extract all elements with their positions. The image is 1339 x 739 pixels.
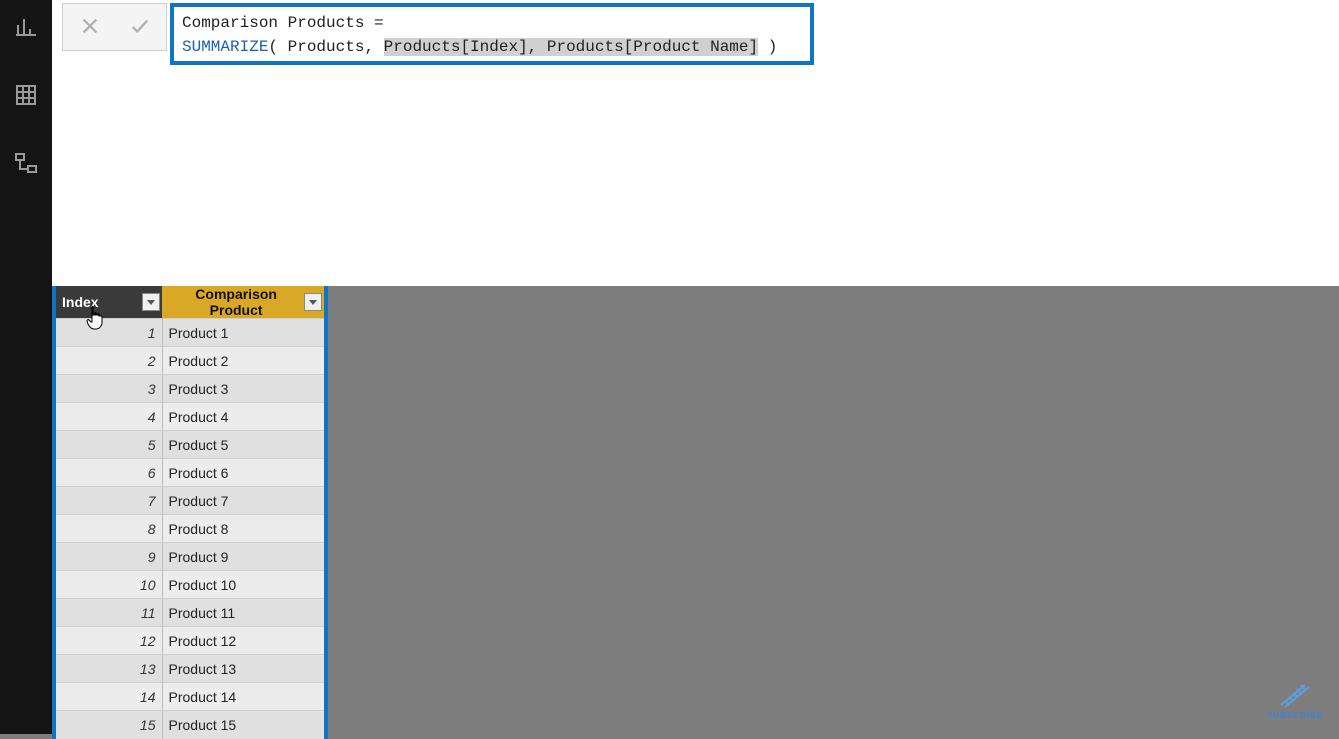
nav-model-view[interactable] xyxy=(0,144,52,184)
bar-chart-icon xyxy=(14,15,38,42)
cell-product[interactable]: Product 12 xyxy=(162,627,326,655)
table-row[interactable]: 8Product 8 xyxy=(54,515,326,543)
check-icon xyxy=(129,15,151,40)
formula-line1: Comparison Products = xyxy=(182,14,393,32)
cell-index[interactable]: 10 xyxy=(54,571,162,599)
data-table: Index Comparison Product 1Product 12Prod… xyxy=(52,286,328,739)
table-row[interactable]: 10Product 10 xyxy=(54,571,326,599)
cell-product[interactable]: Product 11 xyxy=(162,599,326,627)
cell-index[interactable]: 5 xyxy=(54,431,162,459)
table-row[interactable]: 6Product 6 xyxy=(54,459,326,487)
column-header-index[interactable]: Index xyxy=(54,286,162,319)
cell-product[interactable]: Product 8 xyxy=(162,515,326,543)
cell-product[interactable]: Product 15 xyxy=(162,711,326,739)
table-row[interactable]: 1Product 1 xyxy=(54,319,326,347)
table-row[interactable]: 12Product 12 xyxy=(54,627,326,655)
column-filter-product[interactable] xyxy=(304,293,322,311)
header-row: Index Comparison Product xyxy=(54,286,326,319)
cell-index[interactable]: 9 xyxy=(54,543,162,571)
column-header-index-label: Index xyxy=(62,294,99,310)
cell-product[interactable]: Product 10 xyxy=(162,571,326,599)
commit-formula-button[interactable] xyxy=(126,13,154,41)
cell-product[interactable]: Product 2 xyxy=(162,347,326,375)
table-row[interactable]: 5Product 5 xyxy=(54,431,326,459)
table-grid-icon xyxy=(14,83,38,110)
cell-product[interactable]: Product 3 xyxy=(162,375,326,403)
relationship-icon xyxy=(14,151,38,178)
cell-product[interactable]: Product 13 xyxy=(162,655,326,683)
table-row[interactable]: 14Product 14 xyxy=(54,683,326,711)
cell-index[interactable]: 13 xyxy=(54,655,162,683)
table-row[interactable]: 9Product 9 xyxy=(54,543,326,571)
cell-index[interactable]: 12 xyxy=(54,627,162,655)
column-header-product[interactable]: Comparison Product xyxy=(162,286,326,319)
table-row[interactable]: 2Product 2 xyxy=(54,347,326,375)
table-row[interactable]: 3Product 3 xyxy=(54,375,326,403)
data-grid-area: Index Comparison Product 1Product 12Prod… xyxy=(52,286,1339,734)
cell-index[interactable]: 11 xyxy=(54,599,162,627)
cell-index[interactable]: 14 xyxy=(54,683,162,711)
column-header-product-label: Comparison Product xyxy=(168,286,304,318)
table-row[interactable]: 15Product 15 xyxy=(54,711,326,739)
cell-index[interactable]: 8 xyxy=(54,515,162,543)
cell-index[interactable]: 7 xyxy=(54,487,162,515)
formula-close: ) xyxy=(758,38,777,56)
cancel-formula-button[interactable] xyxy=(76,13,104,41)
formula-keyword: SUMMARIZE xyxy=(182,38,268,56)
cell-index[interactable]: 15 xyxy=(54,711,162,739)
cell-product[interactable]: Product 9 xyxy=(162,543,326,571)
formula-selection: Products[Index], Products[Product Name] xyxy=(384,38,758,56)
cell-product[interactable]: Product 6 xyxy=(162,459,326,487)
close-icon xyxy=(79,15,101,40)
nav-report-view[interactable] xyxy=(0,8,52,48)
column-filter-index[interactable] xyxy=(142,293,160,311)
table-row[interactable]: 7Product 7 xyxy=(54,487,326,515)
table-row[interactable]: 11Product 11 xyxy=(54,599,326,627)
dax-formula-editor[interactable]: Comparison Products = SUMMARIZE( Product… xyxy=(170,3,814,65)
left-nav-rail xyxy=(0,0,52,734)
table-row[interactable]: 13Product 13 xyxy=(54,655,326,683)
cell-index[interactable]: 2 xyxy=(54,347,162,375)
table-body: 1Product 12Product 23Product 34Product 4… xyxy=(54,319,326,739)
cell-product[interactable]: Product 4 xyxy=(162,403,326,431)
formula-open: ( Products, xyxy=(268,38,383,56)
cell-product[interactable]: Product 5 xyxy=(162,431,326,459)
cell-index[interactable]: 1 xyxy=(54,319,162,347)
cell-index[interactable]: 6 xyxy=(54,459,162,487)
cell-product[interactable]: Product 14 xyxy=(162,683,326,711)
formula-area: Comparison Products = SUMMARIZE( Product… xyxy=(52,0,1339,286)
table-row[interactable]: 4Product 4 xyxy=(54,403,326,431)
cell-index[interactable]: 4 xyxy=(54,403,162,431)
nav-data-view[interactable] xyxy=(0,76,52,116)
cell-product[interactable]: Product 7 xyxy=(162,487,326,515)
cell-product[interactable]: Product 1 xyxy=(162,319,326,347)
formula-toolbar xyxy=(62,3,167,51)
cell-index[interactable]: 3 xyxy=(54,375,162,403)
